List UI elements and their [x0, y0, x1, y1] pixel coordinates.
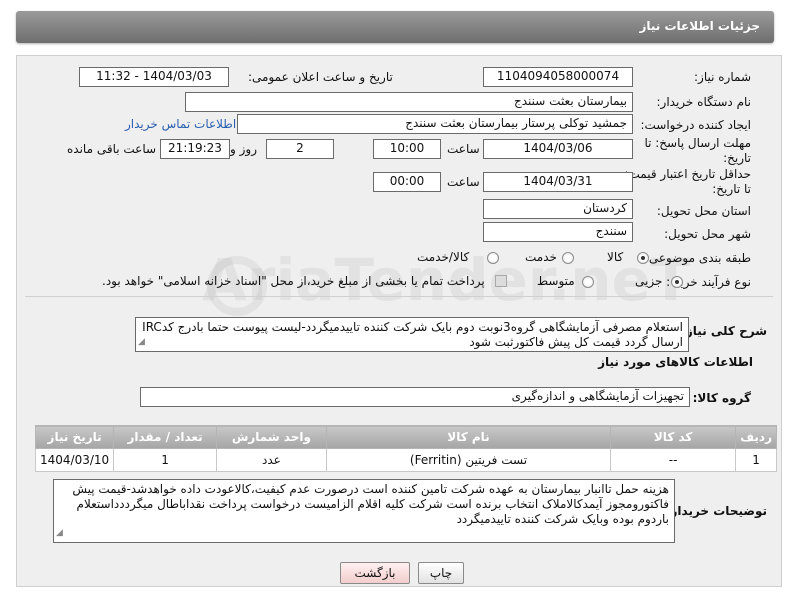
price-date-field: 1404/03/31: [483, 172, 633, 192]
details-panel: AriaTender.neT شماره نیاز: 1104094058000…: [16, 55, 782, 587]
buyer-org-label: نام دستگاه خریدار:: [656, 95, 752, 109]
cell-need-date: 1404/03/10: [34, 448, 115, 472]
buyer-contact-link[interactable]: اطلاعات تماس خریدار: [125, 117, 236, 131]
reply-time-field: 10:00: [373, 139, 441, 159]
price-validity-label-2: تا تاریخ:: [712, 182, 751, 196]
back-button[interactable]: بازگشت: [340, 562, 410, 584]
city-label: شهر محل تحویل:: [664, 227, 751, 241]
goods-group-field: تجهیزات آزمایشگاهی و اندازه‌گیری: [140, 387, 690, 407]
price-validity-label: حداقل تاریخ اعتبار قیمت:: [624, 167, 751, 181]
page-title: جزئیات اطلاعات نیاز: [639, 19, 760, 33]
category-label: طبقه بندی موضوعی:: [644, 251, 751, 265]
cell-row: 1: [735, 448, 777, 472]
days-remaining-field: 2: [266, 139, 334, 159]
announce-label: تاریخ و ساعت اعلان عمومی:: [248, 70, 393, 84]
resize-grip-icon: ◢: [56, 528, 63, 538]
description-textarea[interactable]: استعلام مصرفی آزمایشگاهی گروه3نوبت دوم ب…: [135, 317, 689, 352]
cell-code: --: [610, 448, 737, 472]
resize-grip-icon: ◢: [138, 337, 145, 347]
table-row: 1 -- تست فریتین (Ferritin) عدد 1 1404/03…: [34, 448, 777, 472]
process-option-minor: جزیی: [635, 274, 663, 288]
col-quantity: تعداد / مقدار: [113, 425, 217, 449]
treasury-payment-checkbox[interactable]: [495, 275, 507, 287]
process-radio-minor[interactable]: [671, 276, 683, 288]
process-radio-medium[interactable]: [582, 276, 594, 288]
remaining-time-field: 21:19:23: [160, 139, 230, 159]
col-unit: واحد شمارش: [215, 425, 327, 449]
treasury-payment-note: پرداخت تمام یا بخشی از مبلغ خرید،از محل …: [102, 274, 485, 288]
col-need-date: تاریخ نیاز: [34, 425, 115, 449]
divider: [25, 296, 773, 297]
category-option-goods-service: کالا/خدمت: [417, 250, 470, 264]
province-label: استان محل تحویل:: [656, 204, 751, 218]
cell-quantity: 1: [113, 448, 217, 472]
price-time-field: 00:00: [373, 172, 441, 192]
requester-field: جمشید توکلی پرستار بیمارستان بعثت سنندج: [237, 114, 633, 134]
buyer-notes-textarea[interactable]: هزینه حمل تاانبار بیمارستان به عهده شرکت…: [53, 479, 675, 543]
category-radio-goods-service[interactable]: [487, 252, 499, 264]
reply-time-label: ساعت: [447, 142, 480, 156]
need-number-label: شماره نیاز:: [694, 70, 751, 84]
page: جزئیات اطلاعات نیاز AriaTender.neT شماره…: [0, 0, 788, 598]
need-number-field: 1104094058000074: [483, 67, 633, 87]
print-button[interactable]: چاپ: [418, 562, 464, 584]
remaining-time-label: ساعت باقی مانده: [67, 142, 157, 156]
description-label: شرح کلی نیاز:: [681, 324, 767, 338]
province-field: کردستان: [483, 199, 633, 219]
reply-deadline-label: مهلت ارسال پاسخ: تا: [644, 136, 751, 150]
cell-unit: عدد: [215, 448, 327, 472]
category-radio-service[interactable]: [562, 252, 574, 264]
city-field: سنندج: [483, 222, 633, 242]
buyer-notes-label: توضیحات خریدار:: [665, 504, 767, 518]
items-section-title: اطلاعات کالاهای مورد نیاز: [598, 355, 753, 369]
requester-label: ایجاد کننده درخواست:: [640, 118, 751, 132]
col-row: ردیف: [735, 425, 777, 449]
header-bar: جزئیات اطلاعات نیاز: [16, 11, 774, 43]
announce-field: 1404/03/03 - 11:32: [79, 67, 229, 87]
category-option-service: خدمت: [525, 250, 557, 264]
table-header-row: ردیف کد کالا نام کالا واحد شمارش تعداد /…: [34, 425, 777, 449]
items-table: ردیف کد کالا نام کالا واحد شمارش تعداد /…: [34, 425, 777, 472]
category-radio-goods[interactable]: [637, 252, 649, 264]
price-time-label: ساعت: [447, 175, 480, 189]
cell-name: تست فریتین (Ferritin): [325, 448, 612, 472]
buyer-notes-text: هزینه حمل تاانبار بیمارستان به عهده شرکت…: [72, 482, 669, 526]
col-name: نام کالا: [325, 425, 612, 449]
description-text: استعلام مصرفی آزمایشگاهی گروه3نوبت دوم ب…: [142, 320, 683, 349]
reply-deadline-label-2: تاریخ:: [723, 151, 751, 165]
process-option-medium: متوسط: [537, 274, 575, 288]
goods-group-label: گروه کالا:: [692, 391, 751, 405]
buyer-org-field: بیمارستان بعثت سنندج: [185, 92, 633, 112]
category-option-goods: کالا: [607, 250, 624, 264]
days-label: روز و: [230, 142, 257, 156]
reply-date-field: 1404/03/06: [483, 139, 633, 159]
col-code: کد کالا: [610, 425, 737, 449]
